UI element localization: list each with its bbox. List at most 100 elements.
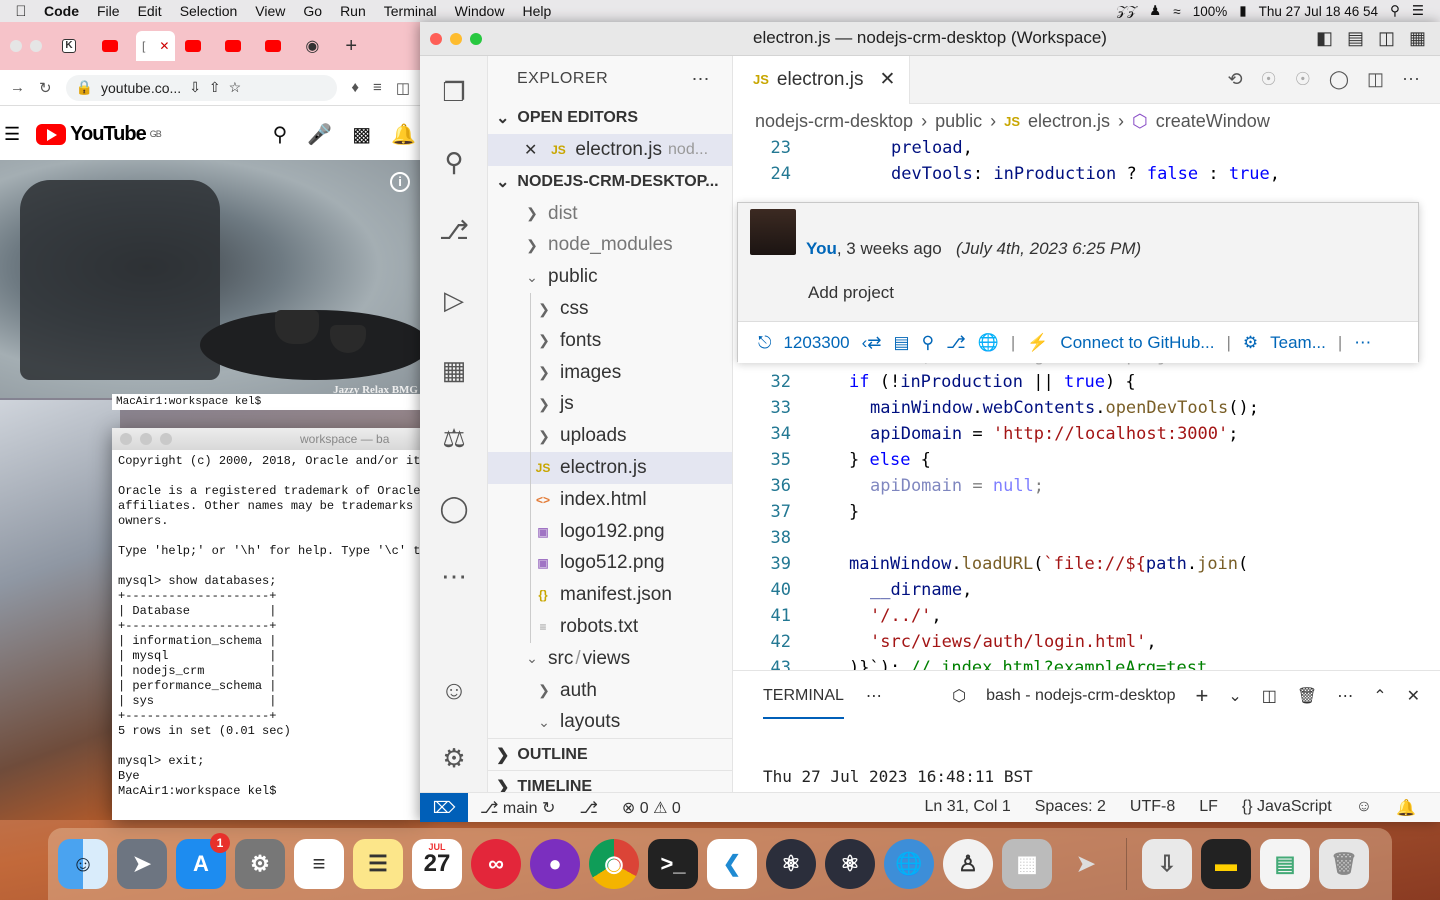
toggle-sidebar-icon[interactable]: ◧ — [1316, 28, 1333, 49]
menu-edit[interactable]: Edit — [129, 3, 171, 19]
video-player[interactable]: i Jazzy Relax BMG — [0, 160, 420, 398]
breadcrumb-item[interactable]: electron.js — [1028, 111, 1110, 132]
remote-indicator-icon[interactable]: ⌦ — [420, 792, 468, 822]
menu-app-name[interactable]: Code — [42, 3, 88, 19]
user-icon[interactable]: ♟ — [1149, 3, 1161, 19]
run-debug-icon[interactable]: ▷ — [434, 280, 474, 320]
reload-icon[interactable]: ↻ — [39, 79, 52, 97]
wifi-icon[interactable]: ≈ — [1173, 4, 1180, 19]
previous-revision-icon[interactable]: ▤ — [894, 333, 910, 353]
previous-change-icon[interactable]: ☉ — [1261, 69, 1277, 90]
toggle-secondary-sidebar-icon[interactable]: ◫ — [1378, 28, 1395, 49]
hamburger-menu-icon[interactable]: ☰ — [4, 124, 20, 145]
tree-folder-auth[interactable]: ❯ auth — [488, 675, 732, 707]
commit-sha-link[interactable]: 1203300 — [783, 333, 849, 353]
cursor-position[interactable]: Ln 31, Col 1 — [924, 798, 1010, 818]
terminal-window-behind[interactable]: MacAir1:workspace kel$ — [112, 394, 420, 410]
trash-icon[interactable]: 🗑 — [1319, 839, 1369, 889]
tree-file-robots[interactable]: ≡ robots.txt — [488, 611, 732, 643]
gitlens-icon[interactable]: ◯ — [1329, 69, 1349, 90]
address-bar[interactable]: 🔒 youtube.co... ⇩ ⇧ ☆ — [65, 74, 338, 101]
menubar-clock[interactable]: Thu 27 Jul 18 46 54 — [1259, 4, 1378, 19]
testing-flask-icon[interactable]: ⚖ — [434, 418, 474, 458]
breadcrumb-item[interactable]: nodejs-crm-desktop — [755, 111, 913, 132]
tree-file-logo192[interactable]: ▣ logo192.png — [488, 515, 732, 548]
notifications-bell-icon[interactable]: 🔔 — [391, 122, 416, 147]
control-center-icon[interactable]: ☰ — [1412, 3, 1424, 19]
close-tab-icon[interactable]: ✕ — [880, 68, 896, 91]
integrated-terminal-output[interactable]: Thu 27 Jul 2023 16:48:11 BST — [763, 767, 1033, 786]
tree-folder-src-views[interactable]: ⌄ src / views — [488, 643, 732, 675]
close-tab-icon[interactable]: ✕ — [159, 39, 169, 53]
menu-view[interactable]: View — [246, 3, 294, 19]
firefox-icon[interactable]: ● — [530, 839, 580, 889]
feedback-icon[interactable]: ☺ — [1356, 798, 1372, 818]
explorer-more-actions-icon[interactable]: ⋯ — [692, 69, 733, 90]
more-actions-icon[interactable]: ⋯ — [1354, 333, 1371, 353]
create-video-icon[interactable]: ▩ — [352, 122, 371, 147]
tree-file-electron[interactable]: JS electron.js — [488, 452, 732, 484]
tree-folder-node-modules[interactable]: ❯ node_modules — [488, 230, 732, 262]
toggle-panel-icon[interactable]: ▤ — [1347, 28, 1364, 49]
tree-folder-uploads[interactable]: ❯ uploads — [488, 420, 732, 453]
notifications-bell-icon[interactable]: 🔔 — [1396, 798, 1416, 818]
next-change-icon[interactable]: ☉ — [1295, 69, 1311, 90]
info-icon[interactable]: i — [390, 172, 410, 192]
maximize-panel-icon[interactable]: ⌃ — [1373, 686, 1386, 706]
open-editors-section[interactable]: ⌄ OPEN EDITORS — [488, 102, 732, 134]
encoding[interactable]: UTF-8 — [1130, 798, 1175, 818]
close-window-button[interactable] — [120, 433, 132, 445]
vscode-icon[interactable]: ❮ — [707, 839, 757, 889]
terminal-window-thumbnail-icon[interactable]: ▬ — [1201, 839, 1251, 889]
side-panel-icon[interactable]: ◫ — [396, 79, 410, 97]
menu-terminal[interactable]: Terminal — [375, 3, 446, 19]
close-panel-icon[interactable]: ✕ — [1407, 686, 1420, 706]
tree-folder-public[interactable]: ⌄ public — [488, 261, 732, 293]
open-changes-icon[interactable]: ⟲ — [1227, 69, 1242, 90]
problems-indicator[interactable]: ⊗ 0 ⚠ 0 — [622, 798, 681, 818]
open-changes-icon[interactable]: ‹⇄ — [862, 333, 882, 353]
tree-folder-images[interactable]: ❯ images — [488, 356, 732, 389]
trash-icon[interactable]: 🗑 — [1297, 686, 1317, 706]
notes-icon[interactable]: ☰ — [353, 839, 403, 889]
database-cylinder-icon[interactable]: ▦ — [1002, 839, 1052, 889]
tree-folder-dist[interactable]: ❯ dist — [488, 198, 732, 230]
chrome-tab[interactable] — [179, 31, 215, 61]
forward-icon[interactable]: → — [10, 79, 25, 96]
breadcrumb-item[interactable]: public — [935, 111, 982, 132]
finder-icon[interactable]: ☺ — [58, 839, 108, 889]
extensions-icon[interactable]: ♦ — [351, 79, 359, 96]
tree-file-logo512[interactable]: ▣ logo512.png — [488, 547, 732, 580]
chrome-tab[interactable]: ◉ — [299, 31, 335, 61]
search-icon[interactable]: ⚲ — [273, 122, 288, 147]
project-section[interactable]: ⌄ NODEJS-CRM-DESKTOP... — [488, 166, 732, 198]
zoom-window-button[interactable] — [160, 433, 172, 445]
spotlight-search-icon[interactable]: ⚲ — [1390, 3, 1400, 19]
reading-list-icon[interactable]: ≡ — [373, 79, 382, 96]
tab-terminal[interactable]: TERMINAL — [763, 673, 844, 719]
system-preferences-gear-icon[interactable]: ⚙ — [235, 839, 285, 889]
team-link[interactable]: Team... — [1270, 333, 1326, 353]
downloads-folder-icon[interactable]: ⇩ — [1142, 839, 1192, 889]
panel-more-icon[interactable]: ⋯ — [866, 686, 882, 706]
minimize-window-button[interactable] — [30, 40, 42, 52]
apple-menu-icon[interactable]:  — [0, 3, 42, 20]
electron-atom-icon[interactable]: ⚛ — [766, 839, 816, 889]
more-actions-icon[interactable]: ⋯ — [1337, 686, 1353, 706]
globe-icon[interactable]: 🌐 — [978, 333, 999, 353]
timeline-section[interactable]: ❯ TIMELINE — [488, 770, 732, 792]
connect-github-link[interactable]: Connect to GitHub... — [1060, 333, 1214, 353]
share-icon[interactable]: ⇧ — [209, 79, 221, 96]
terminal-shell-name[interactable]: bash - nodejs-crm-desktop — [986, 687, 1175, 705]
close-window-button[interactable] — [10, 40, 22, 52]
settings-gear-icon[interactable]: ⚙ — [434, 738, 474, 778]
more-actions-icon[interactable]: ⋯ — [1402, 69, 1420, 90]
tree-file-manifest[interactable]: {} manifest.json — [488, 579, 732, 612]
language-mode[interactable]: {} JavaScript — [1242, 798, 1332, 818]
extensions-icon[interactable]: ▦ — [434, 350, 474, 390]
chrome-icon[interactable]: ◉ — [589, 839, 639, 889]
explorer-files-icon[interactable]: ❐ — [434, 72, 474, 112]
tree-folder-fonts[interactable]: ❯ fonts — [488, 324, 732, 357]
search-commit-icon[interactable]: ⚲ — [922, 333, 934, 353]
tree-folder-css[interactable]: ❯ css — [488, 293, 732, 325]
